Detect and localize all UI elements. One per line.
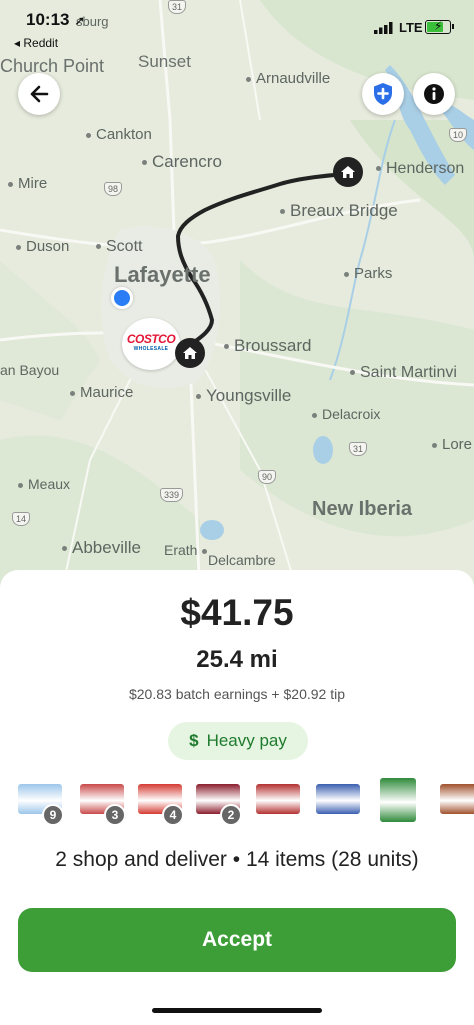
map-label: Lafayette xyxy=(114,262,211,287)
map-label: Scott xyxy=(96,238,142,256)
status-time: 10:13 ➚ xyxy=(26,10,86,29)
map-label: Cankton xyxy=(86,126,152,143)
map-label: Lore xyxy=(432,436,472,453)
highway-shield: 339 xyxy=(160,488,184,502)
battery-icon: ⚡ xyxy=(425,19,454,34)
map-label: Abbeville xyxy=(62,538,141,558)
assorted-food-item[interactable] xyxy=(440,784,474,814)
items-row[interactable]: 9 3 4 2 xyxy=(18,778,474,828)
offer-price: $41.75 xyxy=(180,592,294,633)
highway-shield: 31 xyxy=(349,442,368,456)
map-label: Henderson xyxy=(376,160,464,178)
home-icon xyxy=(183,347,197,359)
offer-sheet: $41.75 25.4 mi $20.83 batch earnings + $… xyxy=(0,570,474,1025)
map-label: Breaux Bridge xyxy=(280,201,398,221)
heavy-pay-tag: $ Heavy pay xyxy=(168,722,308,760)
map-label: Delcambre xyxy=(208,552,276,568)
map-view[interactable]: Church Point Sunset Arnaudville Cankton … xyxy=(0,0,474,600)
map-label: Arnaudville xyxy=(246,70,330,87)
map-label: Delacroix xyxy=(312,406,380,422)
network-label: LTE xyxy=(399,20,423,35)
signal-icon xyxy=(374,22,393,34)
map-label: an Bayou xyxy=(0,362,60,378)
highway-shield: 14 xyxy=(12,512,31,526)
home-indicator xyxy=(152,1008,322,1013)
map-label: Mire xyxy=(8,175,47,192)
highway-shield: 10 xyxy=(449,128,468,142)
earnings-breakdown: $20.83 batch earnings + $20.92 tip xyxy=(128,686,345,702)
item-quantity-badge: 3 xyxy=(104,804,126,826)
tag-label: Heavy pay xyxy=(206,731,287,750)
safety-button[interactable] xyxy=(362,73,404,115)
info-icon xyxy=(424,84,444,104)
map-label: Saint Martinvi xyxy=(350,364,457,382)
map-label: Erath xyxy=(164,542,212,558)
accept-button[interactable]: Accept xyxy=(18,908,456,972)
back-to-app-link[interactable]: ◂ Reddit xyxy=(14,36,58,50)
dropoff-pin-1[interactable] xyxy=(175,338,205,368)
home-icon xyxy=(341,166,355,178)
back-button[interactable] xyxy=(18,73,60,115)
map-label: Maurice xyxy=(70,384,133,401)
map-label: Carencro xyxy=(142,152,222,172)
map-label: Broussard xyxy=(224,336,311,356)
store-pin[interactable]: COSTCO WHOLESALE xyxy=(122,318,180,370)
map-label: Meaux xyxy=(18,476,70,492)
arrow-left-icon xyxy=(30,85,49,103)
current-location-dot xyxy=(111,287,133,309)
info-button[interactable] xyxy=(413,73,455,115)
highway-shield: 90 xyxy=(258,470,277,484)
status-bar: 10:13 ➚ ◂ Reddit LTE ⚡ xyxy=(0,0,474,60)
snack-pack-item[interactable] xyxy=(316,784,360,814)
dollar-icon: $ xyxy=(189,731,199,750)
offer-distance: 25.4 mi xyxy=(196,646,278,673)
map-label: Duson xyxy=(16,238,69,255)
item-quantity-badge: 2 xyxy=(220,804,242,826)
map-label: Parks xyxy=(344,265,392,282)
shield-plus-icon xyxy=(374,83,392,105)
order-summary: 2 shop and deliver • 14 items (28 units) xyxy=(55,848,419,871)
highway-shield: 98 xyxy=(104,182,123,196)
costco-logo: COSTCO WHOLESALE xyxy=(126,332,176,352)
coca-cola-bottles-item[interactable] xyxy=(256,784,300,814)
map-label: New Iberia xyxy=(312,498,413,520)
dropoff-pin-2[interactable] xyxy=(333,157,363,187)
item-quantity-badge: 4 xyxy=(162,804,184,826)
item-quantity-badge: 9 xyxy=(42,804,64,826)
bounty-paper-towels-item[interactable] xyxy=(380,778,416,822)
map-label: Youngsville xyxy=(196,386,291,406)
